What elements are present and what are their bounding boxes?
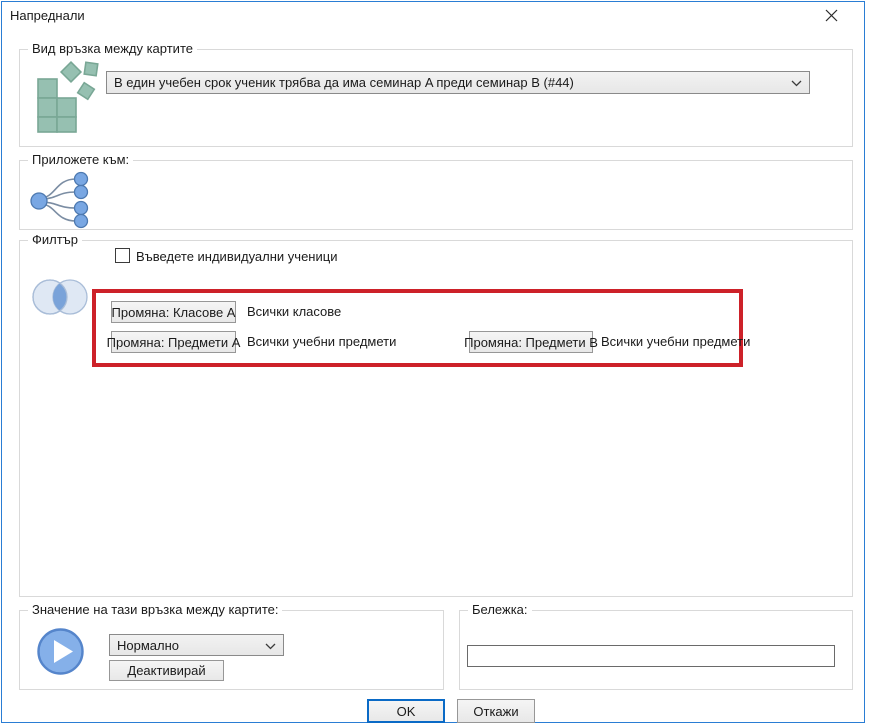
- weight-dropdown-value: Нормално: [117, 638, 265, 653]
- note-group-label: Бележка:: [468, 602, 532, 617]
- hierarchy-tree-icon: [29, 171, 95, 232]
- apply-to-group-label: Приложете към:: [28, 152, 133, 167]
- weight-dropdown[interactable]: Нормално: [109, 634, 284, 656]
- chevron-down-icon: [791, 75, 802, 90]
- change-classes-a-button[interactable]: Промяна: Класове A: [111, 301, 236, 323]
- subjects-b-value: Всички учебни предмети: [601, 334, 750, 349]
- close-icon: [825, 9, 838, 25]
- apply-to-group: Приложете към:: [19, 160, 853, 230]
- ok-button[interactable]: OK: [367, 699, 445, 723]
- relation-type-group: Вид връзка между картите: [19, 49, 853, 147]
- relation-type-dropdown[interactable]: В един учебен срок ученик трябва да има …: [106, 71, 810, 94]
- individual-students-checkbox[interactable]: [115, 248, 130, 263]
- relation-type-dropdown-value: В един учебен срок ученик трябва да има …: [114, 75, 791, 90]
- note-input[interactable]: [467, 645, 835, 667]
- weight-group-label: Значение на тази връзка между картите:: [28, 602, 282, 617]
- cancel-button[interactable]: Откажи: [457, 699, 535, 723]
- change-subjects-a-button[interactable]: Промяна: Предмети A: [111, 331, 236, 353]
- filter-group-label: Филтър: [28, 232, 82, 247]
- close-button[interactable]: [816, 6, 846, 28]
- play-icon: [36, 627, 85, 679]
- advanced-dialog: Напреднали Вид връзка между картите: [1, 1, 865, 723]
- classes-a-value: Всички класове: [247, 304, 341, 319]
- relation-type-group-label: Вид връзка между картите: [28, 41, 197, 56]
- deactivate-button[interactable]: Деактивирай: [109, 660, 224, 681]
- venn-diagram-icon: [29, 276, 91, 321]
- change-subjects-b-button[interactable]: Промяна: Предмети B: [469, 331, 593, 353]
- chevron-down-icon: [265, 638, 276, 653]
- subjects-a-value: Всички учебни предмети: [247, 334, 396, 349]
- squares-icon: [30, 59, 102, 136]
- dialog-title: Напреднали: [10, 8, 85, 23]
- filter-group: Филтър: [19, 240, 853, 597]
- individual-students-checkbox-label: Въведете индивидуални ученици: [136, 249, 337, 264]
